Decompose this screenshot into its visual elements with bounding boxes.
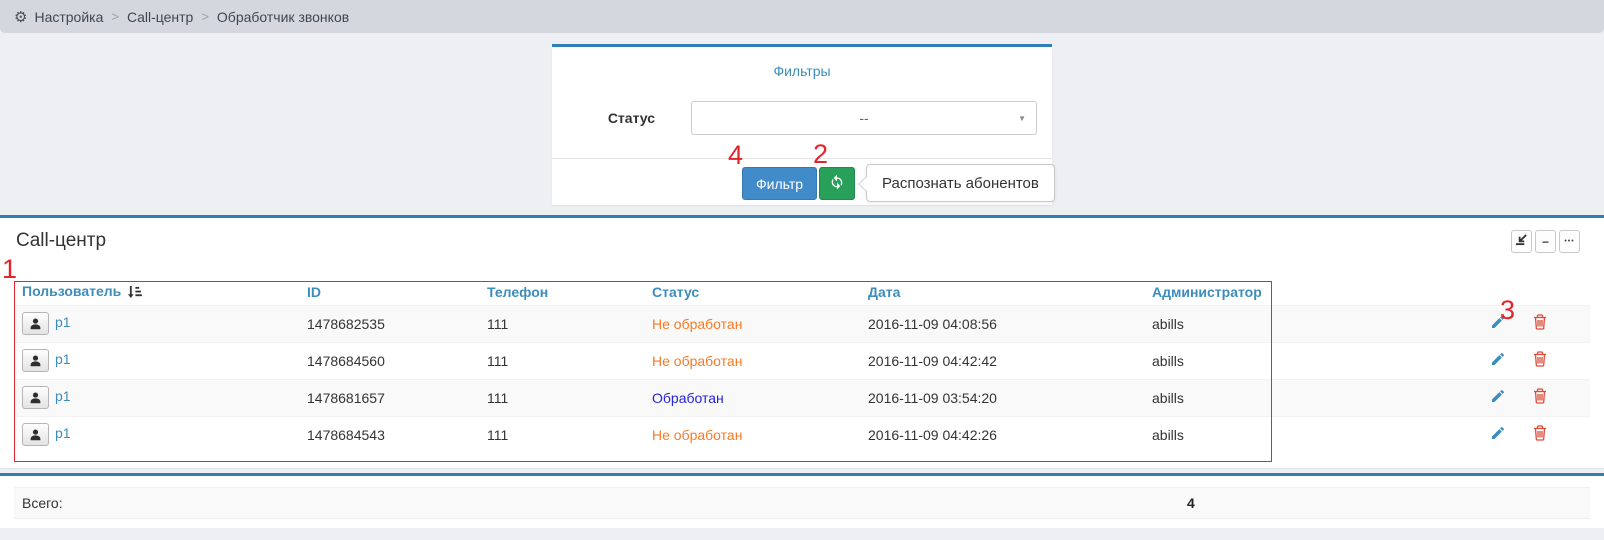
status-form-row: Статус -- ▼ bbox=[552, 101, 1052, 135]
user-cell: p1 bbox=[14, 305, 299, 342]
edit-pencil-icon[interactable] bbox=[1490, 388, 1506, 407]
call-center-panel: Call-центр − ••• Пользователь bbox=[0, 215, 1604, 469]
status-cell: Не обработан bbox=[644, 416, 860, 453]
delete-action-cell bbox=[1521, 342, 1590, 379]
user-cell: p1 bbox=[14, 379, 299, 416]
status-cell: Обработан bbox=[644, 379, 860, 416]
phone-cell: 111 bbox=[479, 379, 644, 416]
table-row: p1 1478684560 111 Не обработан 2016-11-0… bbox=[14, 342, 1590, 379]
id-cell: 1478684543 bbox=[299, 416, 479, 453]
options-button[interactable]: ••• bbox=[1559, 230, 1580, 253]
filters-panel: Фильтры Статус -- ▼ Фильтр Распознать аб… bbox=[552, 44, 1052, 205]
breadcrumb: ⚙ Настройка > Call-центр > Обработчик зв… bbox=[0, 0, 1604, 33]
totals-row: Всего: 4 bbox=[14, 487, 1590, 519]
table-body: p1 1478682535 111 Не обработан 2016-11-0… bbox=[14, 305, 1590, 453]
status-label: Статус bbox=[552, 110, 655, 126]
chevron-down-icon: ▼ bbox=[1018, 114, 1026, 123]
user-link[interactable]: p1 bbox=[55, 425, 71, 441]
recognize-subscribers-tooltip: Распознать абонентов bbox=[866, 164, 1055, 202]
status-cell: Не обработан bbox=[644, 342, 860, 379]
breadcrumb-separator: > bbox=[201, 9, 209, 24]
breadcrumb-item-call-handler[interactable]: Обработчик звонков bbox=[217, 9, 349, 25]
date-cell: 2016-11-09 03:54:20 bbox=[860, 379, 1144, 416]
panel-toolbar: − ••• bbox=[1508, 230, 1580, 253]
col-header-status[interactable]: Статус bbox=[644, 280, 860, 305]
admin-cell: abills bbox=[1144, 379, 1474, 416]
col-header-actions bbox=[1521, 280, 1590, 305]
export-icon bbox=[1515, 234, 1528, 249]
col-header-id[interactable]: ID bbox=[299, 280, 479, 305]
recognize-subscribers-label: Распознать абонентов bbox=[882, 175, 1039, 192]
date-cell: 2016-11-09 04:42:26 bbox=[860, 416, 1144, 453]
user-link[interactable]: p1 bbox=[55, 351, 71, 367]
delete-action-cell bbox=[1521, 305, 1590, 342]
refresh-icon bbox=[829, 174, 845, 193]
sort-amount-icon bbox=[127, 285, 142, 301]
gear-icon: ⚙ bbox=[14, 8, 27, 26]
admin-cell: abills bbox=[1144, 342, 1474, 379]
date-cell: 2016-11-09 04:08:56 bbox=[860, 305, 1144, 342]
user-cell: p1 bbox=[14, 416, 299, 453]
totals-panel: Всего: 4 bbox=[0, 473, 1604, 528]
collapse-button[interactable]: − bbox=[1535, 230, 1556, 253]
status-select-value: -- bbox=[859, 110, 868, 126]
phone-cell: 111 bbox=[479, 416, 644, 453]
export-button[interactable] bbox=[1511, 230, 1532, 253]
col-header-phone[interactable]: Телефон bbox=[479, 280, 644, 305]
edit-pencil-icon[interactable] bbox=[1490, 425, 1506, 444]
table-header-row: Пользователь ID Телефон Статус Дата Адми… bbox=[14, 280, 1590, 305]
table-row: p1 1478682535 111 Не обработан 2016-11-0… bbox=[14, 305, 1590, 342]
total-value: 4 bbox=[1187, 488, 1195, 518]
user-icon-button[interactable] bbox=[22, 349, 49, 372]
filter-button[interactable]: Фильтр bbox=[742, 167, 817, 200]
user-link[interactable]: p1 bbox=[55, 314, 71, 330]
delete-trash-icon[interactable] bbox=[1533, 388, 1547, 407]
phone-cell: 111 bbox=[479, 342, 644, 379]
panel-title: Call-центр bbox=[16, 230, 106, 252]
minus-icon: − bbox=[1542, 236, 1549, 248]
col-header-date[interactable]: Дата bbox=[860, 280, 1144, 305]
admin-cell: abills bbox=[1144, 305, 1474, 342]
filters-panel-title: Фильтры bbox=[552, 47, 1052, 79]
status-select[interactable]: -- ▼ bbox=[691, 101, 1037, 135]
edit-action-cell bbox=[1474, 416, 1521, 453]
id-cell: 1478682535 bbox=[299, 305, 479, 342]
user-icon-button[interactable] bbox=[22, 423, 49, 446]
edit-action-cell bbox=[1474, 379, 1521, 416]
user-icon-button[interactable] bbox=[22, 312, 49, 335]
edit-pencil-icon[interactable] bbox=[1490, 351, 1506, 370]
status-cell: Не обработан bbox=[644, 305, 860, 342]
table-row: p1 1478681657 111 Обработан 2016-11-09 0… bbox=[14, 379, 1590, 416]
col-header-admin[interactable]: Администратор bbox=[1144, 280, 1474, 305]
delete-trash-icon[interactable] bbox=[1533, 351, 1547, 370]
edit-action-cell bbox=[1474, 342, 1521, 379]
calls-table-wrap: Пользователь ID Телефон Статус Дата Адми… bbox=[14, 280, 1590, 453]
filters-panel-footer: Фильтр Распознать абонентов bbox=[552, 158, 1052, 208]
edit-action-cell bbox=[1474, 305, 1521, 342]
phone-cell: 111 bbox=[479, 305, 644, 342]
delete-trash-icon[interactable] bbox=[1533, 425, 1547, 444]
breadcrumb-item-call-center[interactable]: Call-центр bbox=[127, 9, 193, 25]
calls-table: Пользователь ID Телефон Статус Дата Адми… bbox=[14, 280, 1590, 453]
id-cell: 1478684560 bbox=[299, 342, 479, 379]
date-cell: 2016-11-09 04:42:42 bbox=[860, 342, 1144, 379]
breadcrumb-item-settings[interactable]: Настройка bbox=[34, 9, 103, 25]
col-header-actions bbox=[1474, 280, 1521, 305]
delete-trash-icon[interactable] bbox=[1533, 314, 1547, 333]
admin-cell: abills bbox=[1144, 416, 1474, 453]
col-header-user-label: Пользователь bbox=[22, 283, 121, 299]
user-icon-button[interactable] bbox=[22, 386, 49, 409]
id-cell: 1478681657 bbox=[299, 379, 479, 416]
user-cell: p1 bbox=[14, 342, 299, 379]
edit-pencil-icon[interactable] bbox=[1490, 314, 1506, 333]
table-row: p1 1478684543 111 Не обработан 2016-11-0… bbox=[14, 416, 1590, 453]
ellipsis-icon: ••• bbox=[1564, 238, 1574, 245]
user-link[interactable]: p1 bbox=[55, 388, 71, 404]
delete-action-cell bbox=[1521, 379, 1590, 416]
delete-action-cell bbox=[1521, 416, 1590, 453]
refresh-button[interactable] bbox=[819, 167, 855, 200]
col-header-user[interactable]: Пользователь bbox=[14, 280, 299, 305]
breadcrumb-separator: > bbox=[111, 9, 119, 24]
total-label: Всего: bbox=[14, 495, 63, 511]
